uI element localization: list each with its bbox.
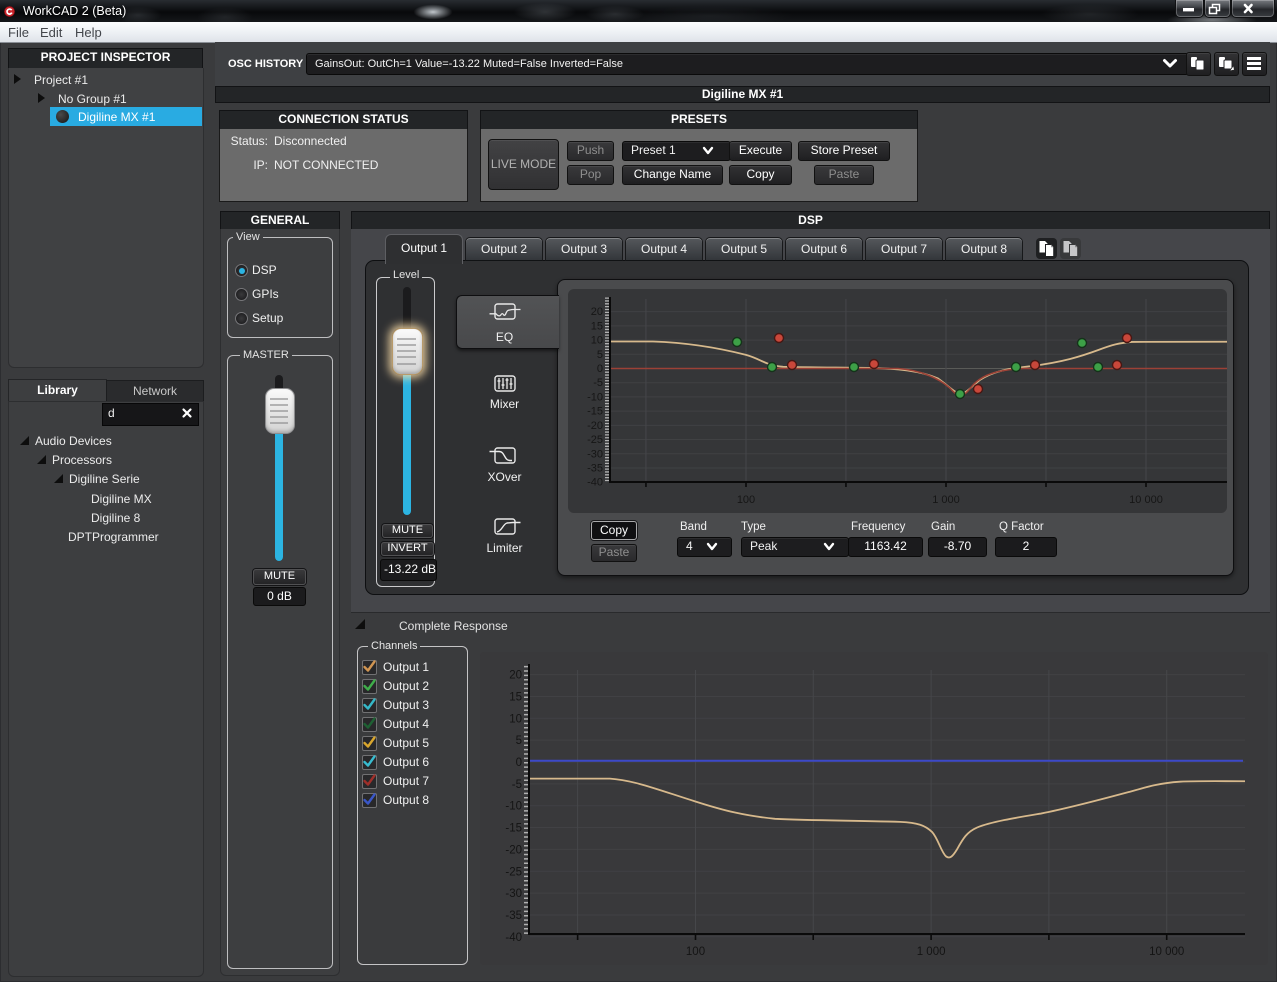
svg-text:-10: -10 [587,391,603,403]
svg-text:-25: -25 [587,434,603,446]
svg-text:100: 100 [737,494,755,506]
svg-text:-40: -40 [587,477,603,489]
svg-text:0: 0 [516,757,522,769]
svg-text:100: 100 [686,946,705,958]
svg-text:Mixer: Mixer [490,397,519,411]
svg-text:15: 15 [591,320,603,332]
svg-text:EQ: EQ [496,330,513,344]
svg-text:-15: -15 [587,406,603,418]
svg-text:10 000: 10 000 [1129,494,1163,506]
svg-text:-30: -30 [505,888,522,900]
svg-text:-5: -5 [593,377,603,389]
svg-text:0: 0 [597,363,603,375]
svg-text:-35: -35 [505,910,522,922]
svg-text:-10: -10 [505,801,522,813]
svg-text:10: 10 [591,335,603,347]
svg-text:20: 20 [509,670,522,682]
svg-text:5: 5 [597,349,603,361]
svg-text:-35: -35 [587,462,603,474]
svg-text:Limiter: Limiter [486,541,522,555]
svg-text:-20: -20 [587,420,603,432]
svg-text:1 000: 1 000 [917,946,946,958]
svg-text:-20: -20 [505,844,522,856]
svg-text:10: 10 [509,713,522,725]
svg-text:-30: -30 [587,448,603,460]
svg-text:-40: -40 [505,932,522,944]
svg-text:15: 15 [509,691,522,703]
svg-text:5: 5 [516,735,522,747]
svg-text:-5: -5 [512,779,522,791]
svg-text:-25: -25 [505,866,522,878]
svg-text:-15: -15 [505,823,522,835]
svg-text:1 000: 1 000 [932,494,960,506]
svg-text:20: 20 [591,306,603,318]
svg-text:XOver: XOver [487,470,521,484]
svg-text:10 000: 10 000 [1149,946,1184,958]
